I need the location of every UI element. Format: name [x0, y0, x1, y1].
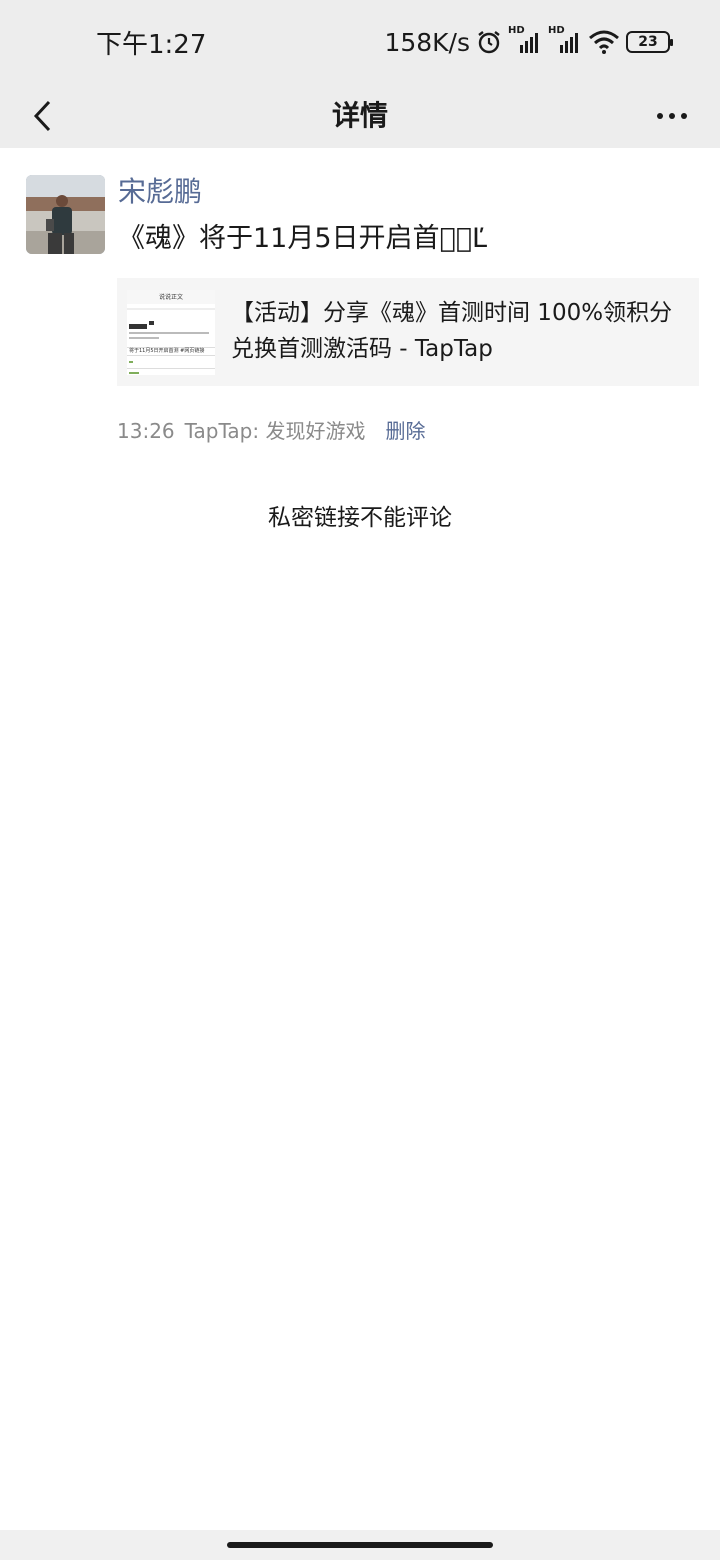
wifi-icon	[588, 29, 620, 55]
nav-bar: 详情	[0, 84, 720, 148]
home-gesture-bar[interactable]	[227, 1542, 493, 1548]
battery-level: 23	[638, 34, 658, 50]
post-source[interactable]: TapTap: 发现好游戏	[185, 416, 366, 446]
more-button[interactable]	[652, 92, 692, 140]
gesture-area	[0, 1530, 720, 1560]
status-time: 下午1:27	[96, 30, 207, 60]
signal-icon: HD	[548, 25, 582, 55]
battery-icon: 23	[626, 31, 673, 53]
link-title: 【活动】分享《魂》首测时间 100%领积分兑换首测激活码 - TapTap	[231, 300, 673, 362]
link-thumbnail: 说说正文 将于11月5日开启首测 #网页链接	[127, 290, 215, 375]
more-dot-icon	[657, 113, 663, 119]
more-dot-icon	[669, 113, 675, 119]
signal-hd-label: HD	[508, 25, 525, 36]
delete-button[interactable]: 删除	[385, 416, 425, 446]
status-icons: 158K/s HD HD 23	[384, 24, 673, 60]
post-text: 《魂》将于11月5日开启首测ᷮĽ	[118, 223, 487, 254]
more-dot-icon	[681, 113, 687, 119]
page-title: 详情	[331, 99, 388, 132]
link-card[interactable]: 说说正文 将于11月5日开启首测 #网页链接 【活动】分享《魂》首测时间 100…	[117, 278, 699, 386]
avatar[interactable]	[26, 175, 105, 254]
thumb-heading: 说说正文	[158, 294, 183, 301]
author-name[interactable]: 宋彪鹏	[118, 174, 202, 210]
comment-disabled-notice: 私密链接不能评论	[268, 505, 452, 531]
network-speed: 158K/s	[384, 27, 470, 57]
status-bar: 下午1:27 158K/s HD HD 23	[0, 0, 720, 84]
post-time: 13:26	[117, 419, 175, 443]
post-meta: 13:26 TapTap: 发现好游戏 删除	[117, 416, 425, 446]
alarm-icon	[476, 29, 502, 55]
thumb-line: 将于11月5日开启首测 #网页链接	[129, 348, 205, 354]
signal-hd-label: HD	[548, 25, 565, 36]
signal-icon: HD	[508, 25, 542, 55]
